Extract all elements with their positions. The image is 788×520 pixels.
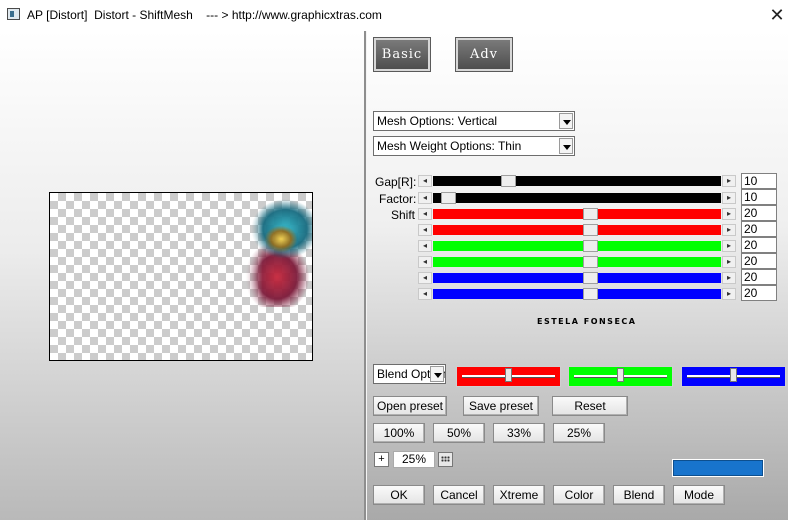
blend-red-slider[interactable] xyxy=(456,366,561,387)
tab-adv[interactable]: Adv xyxy=(455,37,513,72)
arrow-right-icon[interactable]: ▸ xyxy=(722,288,736,300)
shift-value-field[interactable]: 20 xyxy=(741,285,777,301)
arrow-left-icon[interactable]: ◂ xyxy=(418,175,432,187)
shift-value-field[interactable]: 20 xyxy=(741,221,777,237)
factor-value-field[interactable]: 10 xyxy=(741,189,777,205)
factor-slider[interactable]: ◂ ▸ xyxy=(418,192,736,204)
arrow-left-icon[interactable]: ◂ xyxy=(418,240,432,252)
blend-green-slider[interactable] xyxy=(568,366,673,387)
xtreme-button[interactable]: Xtreme xyxy=(493,485,545,505)
zoom-50-button[interactable]: 50% xyxy=(433,423,485,443)
blend-green-thumb[interactable] xyxy=(617,368,624,382)
mesh-weight-options-value: Mesh Weight Options: Thin xyxy=(377,139,522,153)
preview-panel xyxy=(0,31,364,520)
arrow-right-icon[interactable]: ▸ xyxy=(722,240,736,252)
ok-button[interactable]: OK xyxy=(373,485,425,505)
title-bar: AP [Distort] Distort - ShiftMesh --- > h… xyxy=(0,0,788,31)
app-icon xyxy=(7,8,20,20)
arrow-left-icon[interactable]: ◂ xyxy=(418,192,432,204)
shift-slider-thumb[interactable] xyxy=(583,208,599,220)
color-button[interactable]: Color xyxy=(553,485,605,505)
shift-value-field[interactable]: 20 xyxy=(741,253,777,269)
arrow-left-icon[interactable]: ◂ xyxy=(418,288,432,300)
mesh-options-value: Mesh Options: Vertical xyxy=(377,114,498,128)
zoom-100-button[interactable]: 100% xyxy=(373,423,425,443)
shift-slider-track[interactable] xyxy=(433,209,721,219)
blend-blue-slider[interactable] xyxy=(681,366,786,387)
shift-slider-red-1[interactable]: ◂ ▸ xyxy=(418,208,736,220)
cancel-button[interactable]: Cancel xyxy=(433,485,485,505)
shift-label: Shift xyxy=(391,208,416,222)
preview-image xyxy=(243,197,312,307)
shift-slider-red-2[interactable]: ◂ ▸ xyxy=(418,224,736,236)
arrow-right-icon[interactable]: ▸ xyxy=(722,192,736,204)
gap-slider-track[interactable] xyxy=(433,176,721,186)
shift-slider-thumb[interactable] xyxy=(583,288,599,300)
shift-slider-thumb[interactable] xyxy=(583,224,599,236)
factor-label: Factor: xyxy=(379,192,417,206)
color-swatch[interactable] xyxy=(673,460,763,476)
arrow-right-icon[interactable]: ▸ xyxy=(722,272,736,284)
arrow-right-icon[interactable]: ▸ xyxy=(722,224,736,236)
shift-slider-track[interactable] xyxy=(433,289,721,299)
factor-slider-thumb[interactable] xyxy=(441,192,457,204)
shift-slider-green-2[interactable]: ◂ ▸ xyxy=(418,256,736,268)
arrow-left-icon[interactable]: ◂ xyxy=(418,208,432,220)
arrow-right-icon[interactable]: ▸ xyxy=(722,256,736,268)
zoom-value-field[interactable]: 25% xyxy=(393,451,435,468)
shift-slider-track[interactable] xyxy=(433,241,721,251)
zoom-33-button[interactable]: 33% xyxy=(493,423,545,443)
save-preset-button[interactable]: Save preset xyxy=(463,396,539,416)
shift-slider-blue-2[interactable]: ◂ ▸ xyxy=(418,288,736,300)
zoom-plus-button[interactable]: + xyxy=(374,452,389,467)
tab-basic[interactable]: Basic xyxy=(373,37,431,72)
preview-canvas[interactable] xyxy=(49,192,313,361)
shift-slider-track[interactable] xyxy=(433,257,721,267)
window-title: AP [Distort] Distort - ShiftMesh --- > h… xyxy=(27,8,382,22)
shift-slider-green-1[interactable]: ◂ ▸ xyxy=(418,240,736,252)
shift-slider-thumb[interactable] xyxy=(583,256,599,268)
zoom-25-button[interactable]: 25% xyxy=(553,423,605,443)
gap-slider[interactable]: ◂ ▸ xyxy=(418,175,736,187)
factor-slider-track[interactable] xyxy=(433,193,721,203)
blend-options-select[interactable]: Blend Options xyxy=(373,364,446,384)
gap-value-field[interactable]: 10 xyxy=(741,173,777,189)
arrow-right-icon[interactable]: ▸ xyxy=(722,175,736,187)
gap-slider-thumb[interactable] xyxy=(501,175,517,187)
shift-slider-thumb[interactable] xyxy=(583,272,599,284)
mesh-options-select[interactable]: Mesh Options: Vertical xyxy=(373,111,575,131)
shift-slider-blue-1[interactable]: ◂ ▸ xyxy=(418,272,736,284)
reset-button[interactable]: Reset xyxy=(552,396,628,416)
shift-value-field[interactable]: 20 xyxy=(741,269,777,285)
arrow-left-icon[interactable]: ◂ xyxy=(418,224,432,236)
chevron-down-icon xyxy=(430,366,444,382)
open-preset-button[interactable]: Open preset xyxy=(373,396,447,416)
credit-text: ESTELA FONSECA xyxy=(537,317,637,326)
shift-value-field[interactable]: 20 xyxy=(741,237,777,253)
arrow-left-icon[interactable]: ◂ xyxy=(418,272,432,284)
zoom-picker-icon[interactable] xyxy=(438,452,453,467)
gap-label: Gap[R]: xyxy=(375,175,417,189)
mesh-weight-options-select[interactable]: Mesh Weight Options: Thin xyxy=(373,136,575,156)
arrow-right-icon[interactable]: ▸ xyxy=(722,208,736,220)
shift-slider-track[interactable] xyxy=(433,273,721,283)
blend-button[interactable]: Blend xyxy=(613,485,665,505)
chevron-down-icon xyxy=(559,138,573,154)
shift-value-field[interactable]: 20 xyxy=(741,205,777,221)
shift-slider-track[interactable] xyxy=(433,225,721,235)
blend-blue-thumb[interactable] xyxy=(730,368,737,382)
arrow-left-icon[interactable]: ◂ xyxy=(418,256,432,268)
close-button[interactable]: ✕ xyxy=(766,2,788,28)
shift-slider-thumb[interactable] xyxy=(583,240,599,252)
chevron-down-icon xyxy=(559,113,573,129)
blend-red-thumb[interactable] xyxy=(505,368,512,382)
mode-button[interactable]: Mode xyxy=(673,485,725,505)
